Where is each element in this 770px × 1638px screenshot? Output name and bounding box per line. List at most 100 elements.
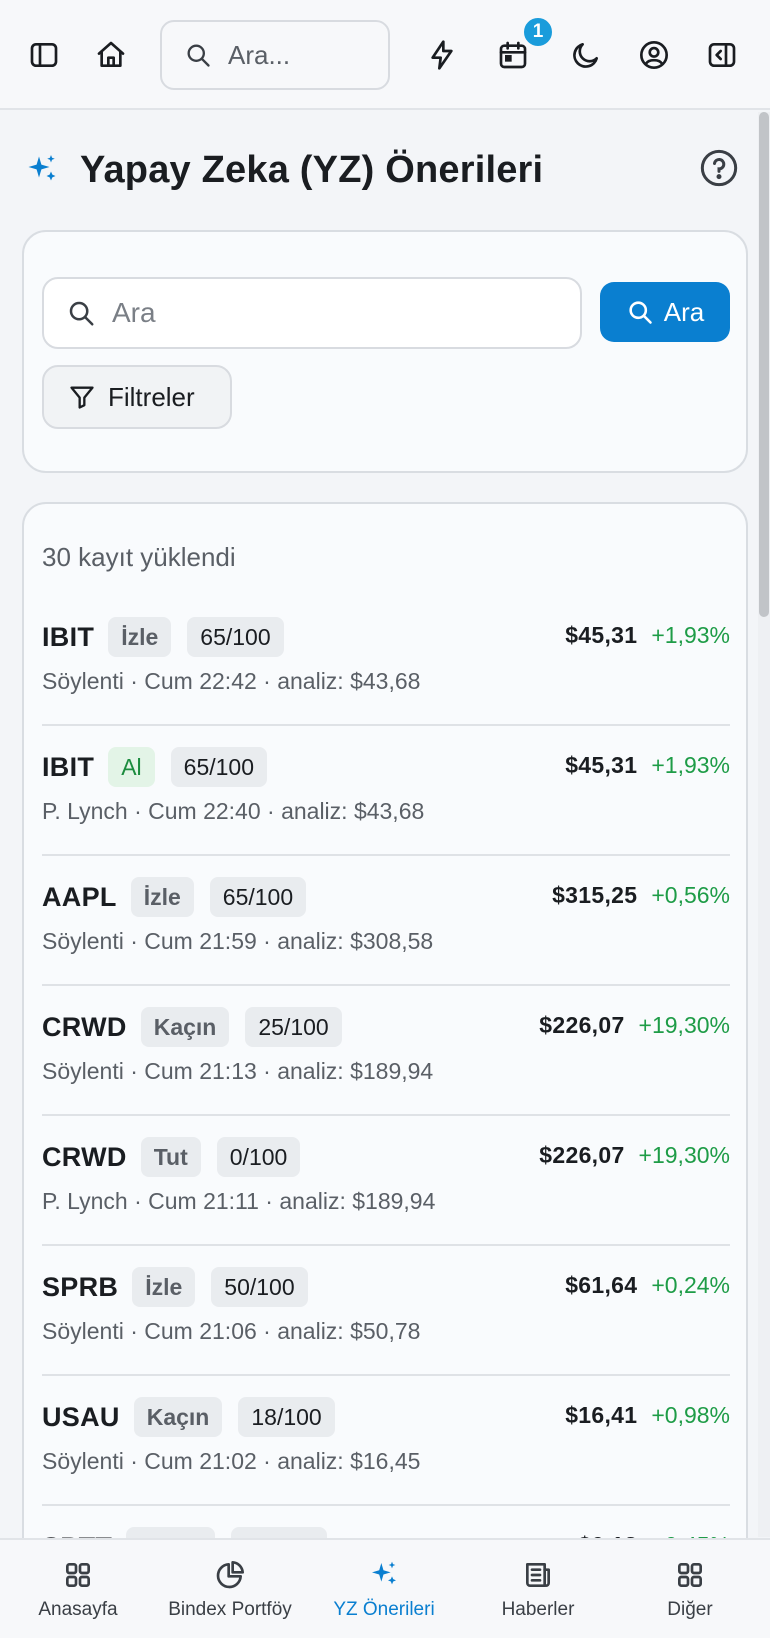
row-meta: Söylenti · Cum 21:06 · analiz: $50,78 [42,1318,421,1344]
nav-item-diger[interactable]: Diğer [640,1540,740,1638]
nav-label: YZ Önerileri [333,1599,435,1620]
nav-item-haberler[interactable]: Haberler [488,1540,588,1638]
current-price: $315,25 [552,882,638,908]
top-search-field[interactable] [228,39,368,71]
search-input-wrapper[interactable] [42,277,582,349]
grid-icon [678,1563,702,1587]
ticker-symbol: CRWD [42,1011,127,1042]
price-info: $226,07 +19,30% [539,1012,730,1039]
search-icon [629,301,652,324]
score-badge: 50/100 [211,1267,308,1307]
nav-item-yz-onerileri[interactable]: YZ Önerileri [322,1540,446,1638]
row-meta: P. Lynch · Cum 22:40 · analiz: $43,68 [42,798,425,824]
price-info: $61,64 +0,24% [565,1272,730,1299]
ticker-symbol: IBIT [42,621,95,652]
price-info: $315,25 +0,56% [552,882,730,909]
score-badge: 18/100 [238,1397,335,1437]
row-meta: Söylenti · Cum 21:13 · analiz: $189,94 [42,1058,434,1084]
search-input[interactable] [112,297,552,329]
current-price: $61,64 [565,1272,638,1298]
price-change: +19,30% [638,1142,730,1168]
recommendation-row[interactable]: CRWD Tut 0/100 P. Lynch · Cum 21:11 · anali… [42,1116,730,1246]
help-icon[interactable] [699,148,739,188]
row-header: CRWD Kaçın 25/100 [42,1006,358,1048]
price-change: +1,93% [651,622,730,648]
price-change: +19,30% [638,1012,730,1038]
price-change: +0,98% [651,1402,730,1428]
recommendation-row[interactable]: AAPL İzle 65/100 Söylenti · Cum 21:59 · ana… [42,856,730,986]
price-change: +0,56% [651,882,730,908]
nav-label: Anasayfa [38,1599,118,1620]
dark-mode-moon-icon[interactable] [566,35,606,75]
row-header: IBIT İzle 65/100 [42,616,300,658]
home-icon[interactable] [91,35,131,75]
row-meta: P. Lynch · Cum 21:11 · analiz: $189,94 [42,1188,436,1214]
recommendation-row[interactable]: IBIT Al 65/100 P. Lynch · Cum 22:40 · anali… [42,726,730,856]
recommendations-list: IBIT İzle 65/100 Söylenti · Cum 22:42 · ana… [42,596,730,1600]
current-price: $45,31 [565,622,638,648]
current-price: $16,41 [565,1402,638,1428]
scrollbar-thumb[interactable] [759,112,769,617]
row-meta: Söylenti · Cum 21:02 · analiz: $16,45 [42,1448,421,1474]
record-count: 30 kayıt yüklendi [42,542,236,572]
search-icon [69,301,94,326]
right-panel-toggle-icon[interactable] [702,35,742,75]
row-header: AAPL İzle 65/100 [42,876,322,918]
score-badge: 65/100 [209,877,307,917]
recommendation-row[interactable]: USAU Kaçın 18/100 Söylenti · Cum 21:02 · an… [42,1376,730,1506]
score-badge: 65/100 [187,617,284,657]
price-info: $45,31 +1,93% [565,752,730,779]
nav-label: Diğer [667,1599,713,1620]
current-price: $226,07 [539,1012,625,1038]
ticker-symbol: CRWD [42,1141,127,1172]
recommendation-row[interactable]: CRWD Kaçın 25/100 Söylenti · Cum 21:13 · an… [42,986,730,1116]
grid-icon [66,1563,90,1587]
score-badge: 65/100 [170,747,268,787]
top-search-input[interactable] [160,20,390,90]
action-badge: İzle [108,617,172,657]
search-card: Ara Filtreler [22,230,748,473]
row-meta: Söylenti · Cum 21:59 · analiz: $308,58 [42,928,434,954]
action-badge: Kaçın [133,1397,223,1437]
filters-button[interactable]: Filtreler [42,365,232,429]
row-header: CRWD Tut 0/100 [42,1136,316,1178]
nav-item-bindex-portfoy[interactable]: Bindex Portföy [156,1540,304,1638]
lightning-icon[interactable] [422,35,462,75]
nav-item-anasayfa[interactable]: Anasayfa [28,1540,128,1638]
nav-label: Bindex Portföy [168,1599,292,1620]
search-icon [187,44,210,67]
recommendation-row[interactable]: SPRB İzle 50/100 Söylenti · Cum 21:06 · ana… [42,1246,730,1376]
price-change: +1,93% [651,752,730,778]
price-info: $226,07 +19,30% [539,1142,730,1169]
search-button[interactable]: Ara [600,282,730,342]
ticker-symbol: USAU [42,1401,120,1432]
page-title: Yapay Zeka (YZ) Önerileri [80,148,544,191]
pie-chart-icon [216,1561,244,1589]
row-meta: Söylenti · Cum 22:42 · analiz: $43,68 [42,668,421,694]
current-price: $226,07 [539,1142,625,1168]
filters-button-label: Filtreler [108,381,195,412]
score-badge: 25/100 [245,1007,342,1047]
notification-badge: 1 [522,16,554,48]
row-header: SPRB İzle 50/100 [42,1266,324,1308]
nav-label: Haberler [501,1599,575,1620]
page-header: Yapay Zeka (YZ) Önerileri [24,140,739,200]
action-badge: İzle [132,1267,196,1307]
price-change: +0,24% [651,1272,730,1298]
action-badge: İzle [130,877,194,917]
sidebar-toggle-icon[interactable] [24,35,64,75]
top-bar: 1 [0,0,770,110]
row-header: USAU Kaçın 18/100 [42,1396,351,1438]
ticker-symbol: SPRB [42,1271,119,1302]
sparkles-icon [372,1561,396,1585]
ticker-symbol: IBIT [42,751,95,782]
search-button-label: Ara [663,296,705,327]
sparkles-icon [28,155,56,181]
action-badge: Al [108,747,155,787]
user-account-icon[interactable] [634,35,674,75]
score-badge: 0/100 [216,1137,301,1177]
recommendation-row[interactable]: IBIT İzle 65/100 Söylenti · Cum 22:42 · ana… [42,596,730,726]
bottom-navigation: Anasayfa Bindex Portföy YZ Önerileri Hab… [0,1538,770,1638]
current-price: $45,31 [565,752,638,778]
action-badge: Tut [140,1137,201,1177]
